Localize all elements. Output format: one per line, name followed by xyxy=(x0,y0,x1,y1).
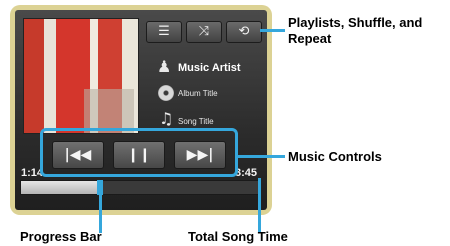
artist-icon: ♟ xyxy=(157,57,172,76)
label-music-controls: Music Controls xyxy=(288,149,382,164)
album-art xyxy=(23,18,139,134)
previous-button[interactable]: |◀◀ xyxy=(52,141,104,169)
callout-line-controls xyxy=(238,155,285,158)
repeat-icon: ⟲ xyxy=(238,24,250,39)
next-button[interactable]: ▶▶| xyxy=(174,141,226,169)
song-title: Song Title xyxy=(178,117,214,126)
total-time: 3:45 xyxy=(235,167,258,179)
progress-bar[interactable] xyxy=(20,180,260,195)
shuffle-button[interactable]: ⤨ xyxy=(186,21,222,43)
shuffle-icon: ⤨ xyxy=(198,24,210,39)
list-icon: ☰ xyxy=(158,24,170,39)
progress-handle[interactable] xyxy=(96,180,103,195)
next-icon: ▶▶| xyxy=(186,147,214,163)
album-title: Album Title xyxy=(178,89,218,98)
callout-line-top xyxy=(260,29,285,32)
playlists-button[interactable]: ☰ xyxy=(146,21,182,43)
label-top-controls: Playlists, Shuffle, and Repeat xyxy=(288,15,423,46)
previous-icon: |◀◀ xyxy=(64,147,92,163)
progress-fill xyxy=(21,181,100,194)
song-icon: ♫ xyxy=(159,109,174,128)
repeat-button[interactable]: ⟲ xyxy=(226,21,262,43)
label-total-time: Total Song Time xyxy=(188,229,288,244)
callout-line-total xyxy=(258,178,261,233)
callout-line-progress xyxy=(99,195,102,233)
pause-button[interactable]: ❙❙ xyxy=(113,141,165,169)
album-icon xyxy=(158,85,174,101)
pause-icon: ❙❙ xyxy=(127,147,151,163)
label-progress-bar: Progress Bar xyxy=(20,229,102,244)
artist-name: Music Artist xyxy=(178,62,241,74)
